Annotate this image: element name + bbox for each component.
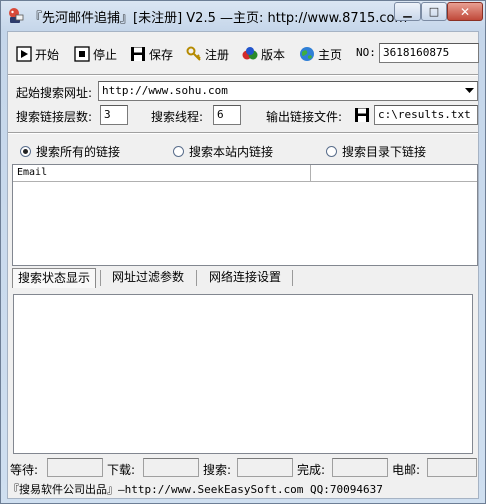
save-label: 保存 [149,47,174,62]
close-icon: ✕ [459,4,471,19]
radio-selected-dot [23,149,28,154]
radio-search-all-links[interactable]: 搜索所有的链接 [20,143,120,160]
stop-label: 停止 [93,47,118,62]
radio-label: 搜索本站内链接 [189,145,274,159]
version-label: 版本 [261,47,286,62]
tab-search-status[interactable]: 搜索状态显示 [12,268,96,288]
radio-button[interactable] [20,146,31,157]
app-window: 『先河邮件追捕』[未注册] V2.5 —主页: http://www.8715.… [0,0,486,504]
version-button[interactable]: 版本 [242,44,285,64]
maximize-button[interactable]: □ [421,2,447,21]
version-icon [242,47,258,60]
depth-spinner[interactable]: 3 ▲▼ [100,105,128,125]
email-count [427,458,477,477]
radio-button[interactable] [173,146,184,157]
save-button[interactable]: 保存 [130,44,173,64]
done-label: 完成: [297,463,326,477]
tab-separator [196,270,197,286]
key-icon [186,46,201,61]
radio-button[interactable] [326,146,337,157]
register-button[interactable]: 注册 [186,44,229,64]
start-url-value: http://www.sohu.com [102,84,228,97]
output-file-label: 输出链接文件: [266,110,343,124]
radio-search-directory-links[interactable]: 搜索目录下链接 [326,143,426,160]
start-button[interactable]: 开始 [16,44,59,64]
footer-credits: 『搜易软件公司出品』—http://www.SeekEasySoft.com Q… [8,483,383,496]
title-bar[interactable]: 『先河邮件追捕』[未注册] V2.5 —主页: http://www.8715.… [1,1,485,31]
home-button[interactable]: 主页 [299,44,342,64]
done-count [332,458,388,477]
email-label: 电邮: [392,463,421,477]
tab-separator [100,270,101,286]
close-button[interactable]: ✕ [447,2,483,21]
searching-label: 搜索: [203,463,232,477]
radio-label: 搜索目录下链接 [342,145,427,159]
status-bar: 等待: 下载: 搜索: 完成: 电邮: [8,458,478,478]
waiting-label: 等待: [10,463,39,477]
start-url-label: 起始搜索网址: [16,86,93,100]
serial-number-label: NO: [356,46,376,59]
start-label: 开始 [35,47,60,62]
chevron-down-icon [464,88,474,93]
app-logo-icon[interactable] [6,6,24,24]
minimize-button[interactable]: ▁ [394,2,421,21]
searching-count [237,458,293,477]
serial-number-field[interactable]: 3618160875 [379,43,479,63]
globe-icon [300,47,314,61]
floppy-disk-icon [131,47,145,61]
list-header: Email [13,165,477,182]
column-header-blank[interactable] [311,165,477,181]
column-header-email[interactable]: Email [13,165,311,181]
tab-url-filter[interactable]: 网址过滤参数 [104,268,192,288]
combo-dropdown-button[interactable] [461,82,477,100]
stop-button[interactable]: 停止 [74,44,117,64]
downloading-count [143,458,199,477]
play-icon [16,46,32,62]
threads-label: 搜索线程: [151,110,204,124]
waiting-count [47,458,103,477]
client-area: 开始 停止 保存 注册 版本 主页 NO: 3618160875 起始搜索网址:… [7,31,479,499]
window-title: 『先河邮件追捕』[未注册] V2.5 —主页: http://www.8715.… [29,11,408,26]
email-results-list[interactable]: Email [12,164,478,266]
radio-search-site-links[interactable]: 搜索本站内链接 [173,143,273,160]
toolbar-divider [8,74,478,76]
home-label: 主页 [318,47,343,62]
threads-spinner[interactable]: 6 ▲▼ [213,105,241,125]
tab-network-settings[interactable]: 网络连接设置 [200,268,290,288]
stop-icon [74,46,90,62]
settings-divider [8,132,478,134]
tab-separator [292,270,293,286]
maximize-icon: □ [428,5,440,18]
depth-label: 搜索链接层数: [16,110,93,124]
output-file-field[interactable]: c:\results.txt [374,105,478,125]
radio-label: 搜索所有的链接 [36,145,121,159]
toolbar: 开始 停止 保存 注册 版本 主页 NO: 3618160875 [8,32,479,73]
depth-value: 3 [104,108,111,121]
floppy-disk-icon[interactable] [354,107,370,123]
search-status-panel[interactable] [13,294,473,454]
start-url-combo[interactable]: http://www.sohu.com [98,81,478,101]
downloading-label: 下载: [107,463,136,477]
threads-value: 6 [217,108,224,121]
minimize-icon: ▁ [403,5,412,18]
register-label: 注册 [205,47,230,62]
